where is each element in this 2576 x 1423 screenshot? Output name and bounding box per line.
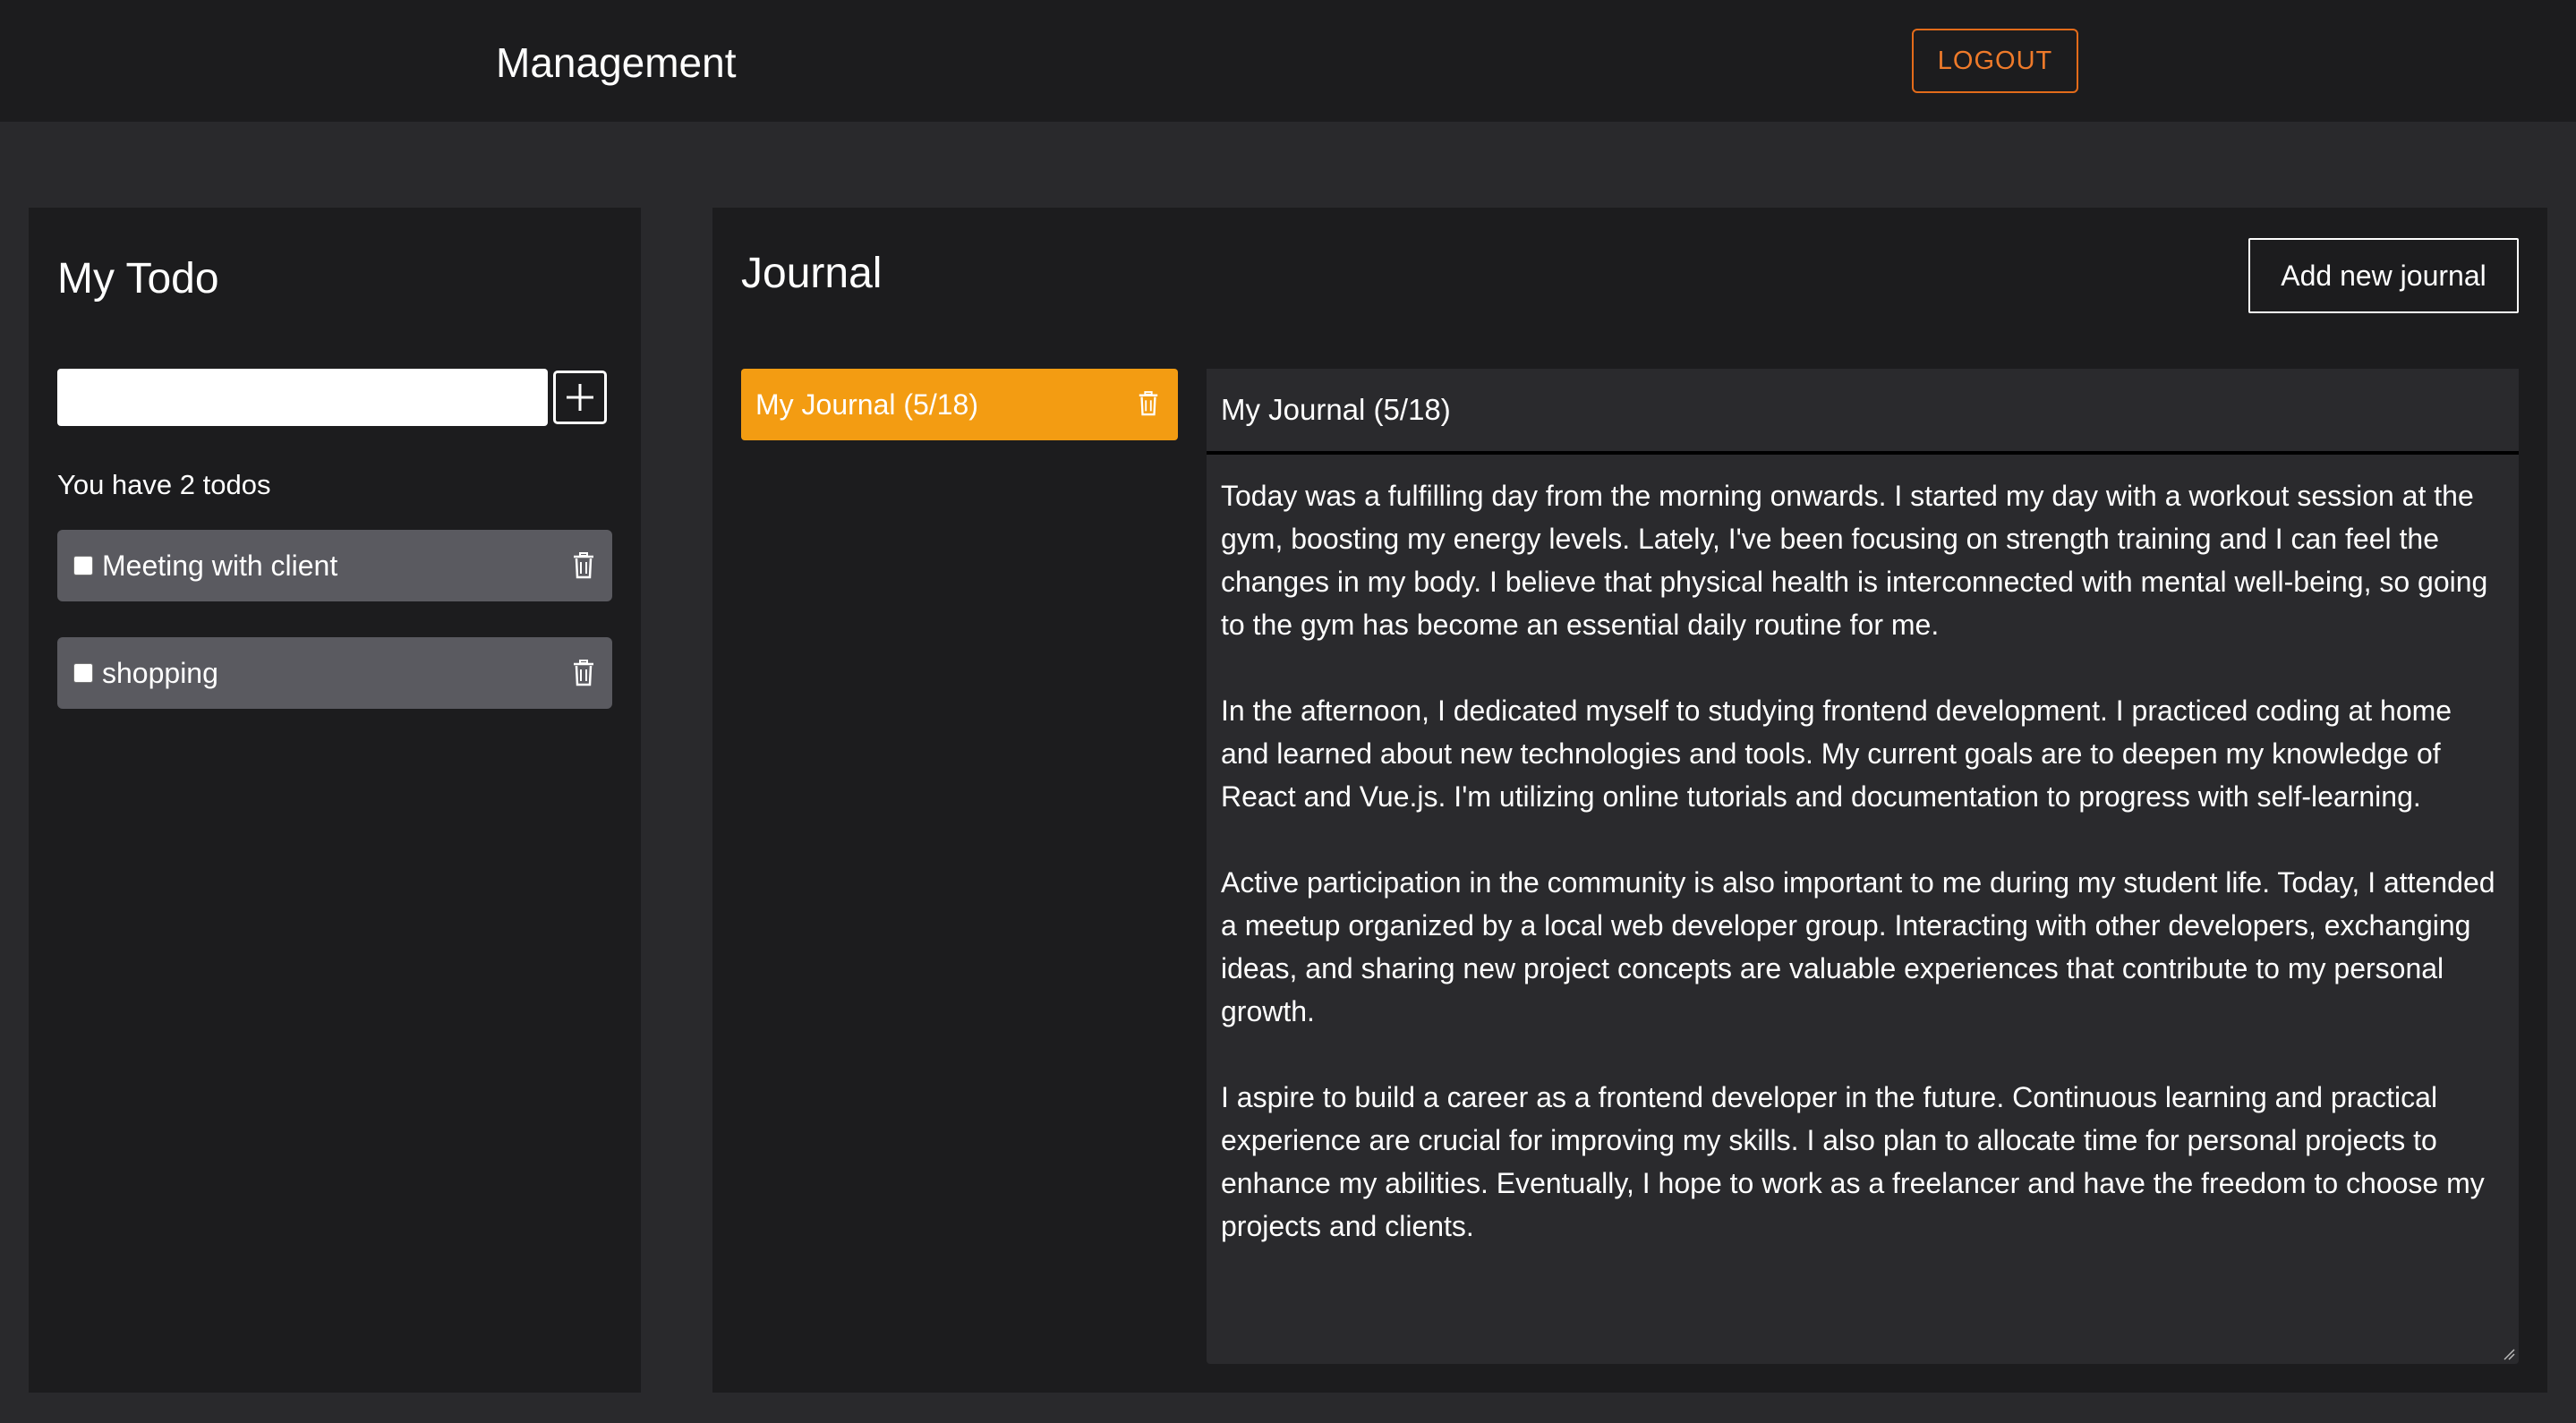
top-header: Management LOGOUT [0, 0, 2576, 122]
todo-item: shopping [57, 637, 612, 709]
journal-title-input[interactable] [1207, 369, 2519, 455]
trash-icon[interactable] [571, 551, 596, 580]
journal-title: Journal [741, 250, 883, 297]
todo-item: Meeting with client [57, 530, 612, 601]
todo-item-label: shopping [102, 657, 218, 689]
journal-paragraph: I aspire to build a career as a frontend… [1221, 1081, 2485, 1242]
journal-editor: Today was a fulfilling day from the morn… [1207, 369, 2519, 1364]
todo-input[interactable] [57, 369, 548, 426]
app-title: Management [496, 39, 737, 86]
trash-icon[interactable] [571, 659, 596, 687]
journal-paragraph: Active participation in the community is… [1221, 866, 2495, 1027]
todo-count: You have 2 todos [57, 469, 271, 500]
todo-checkbox[interactable] [73, 556, 93, 575]
journal-paragraph: Today was a fulfilling day from the morn… [1221, 480, 2488, 641]
journal-paragraph: In the afternoon, I dedicated myself to … [1221, 694, 2452, 813]
plus-icon [567, 384, 593, 411]
resize-grip-icon[interactable] [2501, 1346, 2515, 1360]
add-todo-button[interactable] [553, 371, 607, 424]
add-journal-button[interactable]: Add new journal [2248, 238, 2519, 313]
journal-panel: Journal Add new journal My Journal (5/18… [712, 208, 2547, 1393]
todo-checkbox[interactable] [73, 663, 93, 683]
journal-body-textarea[interactable]: Today was a fulfilling day from the morn… [1207, 458, 2519, 1364]
journal-list-item-label: My Journal (5/18) [755, 388, 978, 421]
todo-title: My Todo [57, 255, 219, 302]
journal-list-item[interactable]: My Journal (5/18) [741, 369, 1178, 440]
logout-button[interactable]: LOGOUT [1912, 29, 2078, 93]
todo-panel: My Todo You have 2 todos Meeting with cl… [29, 208, 641, 1393]
trash-icon[interactable] [1137, 390, 1160, 417]
todo-item-label: Meeting with client [102, 550, 338, 582]
